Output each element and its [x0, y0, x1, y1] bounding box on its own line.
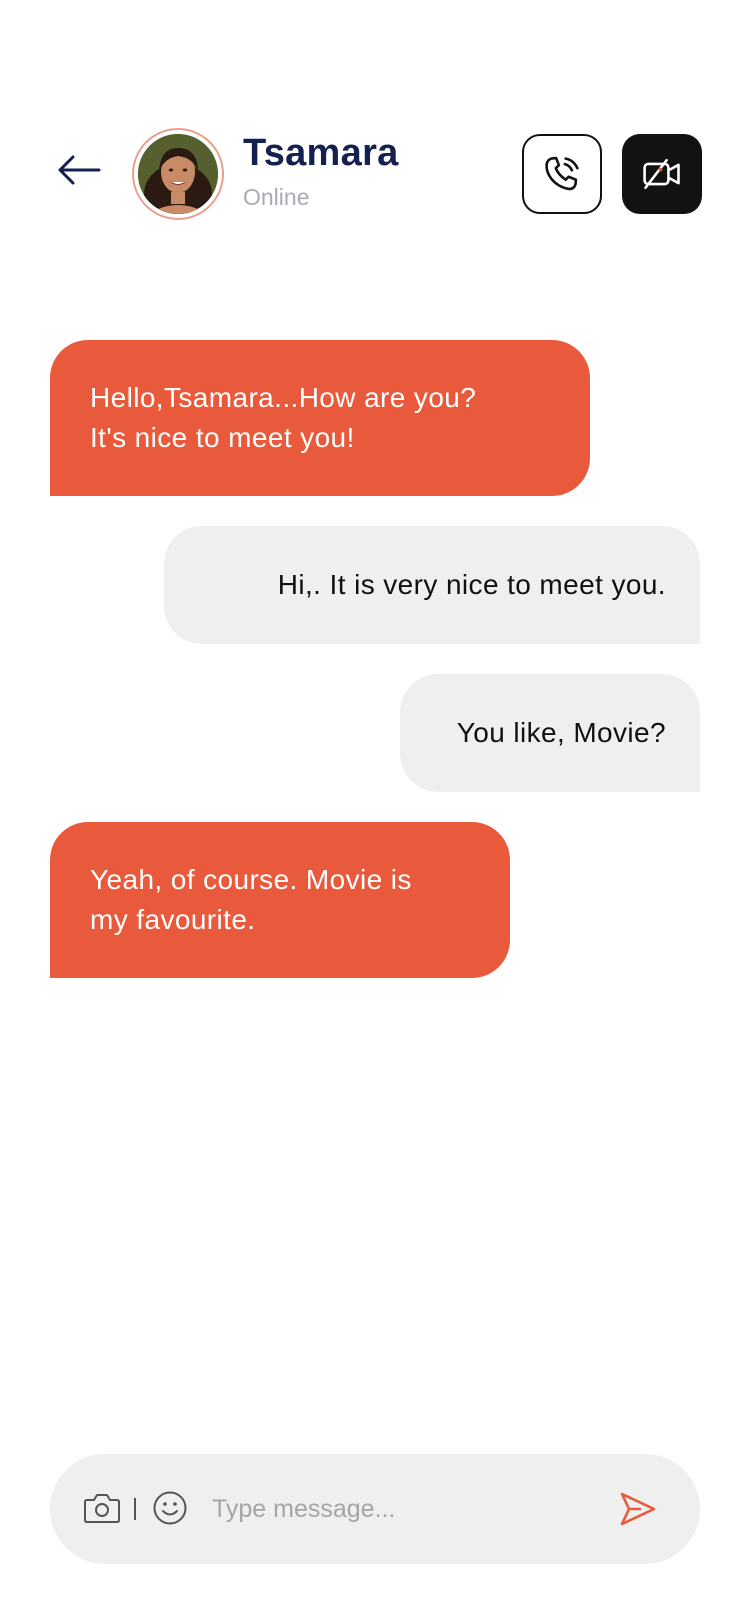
message-text: You like, Movie?: [456, 717, 666, 748]
chat-screen: Tsamara Online Hello,Tsamara...How are y…: [0, 0, 750, 1624]
outgoing-message: Hi,. It is very nice to meet you.: [164, 526, 700, 644]
video-off-icon: [643, 158, 680, 190]
video-call-button[interactable]: [622, 134, 702, 214]
contact-status: Online: [243, 184, 310, 210]
send-icon: [620, 1492, 656, 1526]
camera-button[interactable]: [82, 1490, 122, 1526]
send-button[interactable]: [615, 1486, 661, 1532]
chat-header: Tsamara Online: [0, 0, 750, 240]
contact-avatar[interactable]: [132, 128, 224, 220]
avatar-photo: [138, 134, 218, 214]
incoming-message: Hello,Tsamara...How are you? It's nice t…: [50, 340, 590, 496]
contact-name: Tsamara: [243, 132, 399, 174]
message-line: my favourite.: [90, 904, 256, 935]
message-input[interactable]: [212, 1484, 602, 1534]
message-line: Hello,Tsamara...How are you?: [90, 382, 477, 413]
message-line: Yeah, of course. Movie is: [90, 864, 412, 895]
voice-call-button[interactable]: [522, 134, 602, 214]
emoji-icon: [153, 1491, 187, 1525]
arrow-left-icon: [58, 155, 101, 185]
camera-icon: [84, 1494, 120, 1523]
message-text: Hi,. It is very nice to meet you.: [277, 569, 666, 600]
back-button[interactable]: [52, 148, 106, 192]
phone-icon: [545, 156, 579, 191]
incoming-message: Yeah, of course. Movie is my favourite.: [50, 822, 510, 978]
emoji-button[interactable]: [151, 1489, 189, 1527]
composer-divider: [134, 1498, 136, 1520]
avatar-portrait: [138, 134, 218, 214]
message-line: It's nice to meet you!: [90, 422, 355, 453]
message-composer: [50, 1454, 700, 1564]
outgoing-message: You like, Movie?: [400, 674, 700, 792]
